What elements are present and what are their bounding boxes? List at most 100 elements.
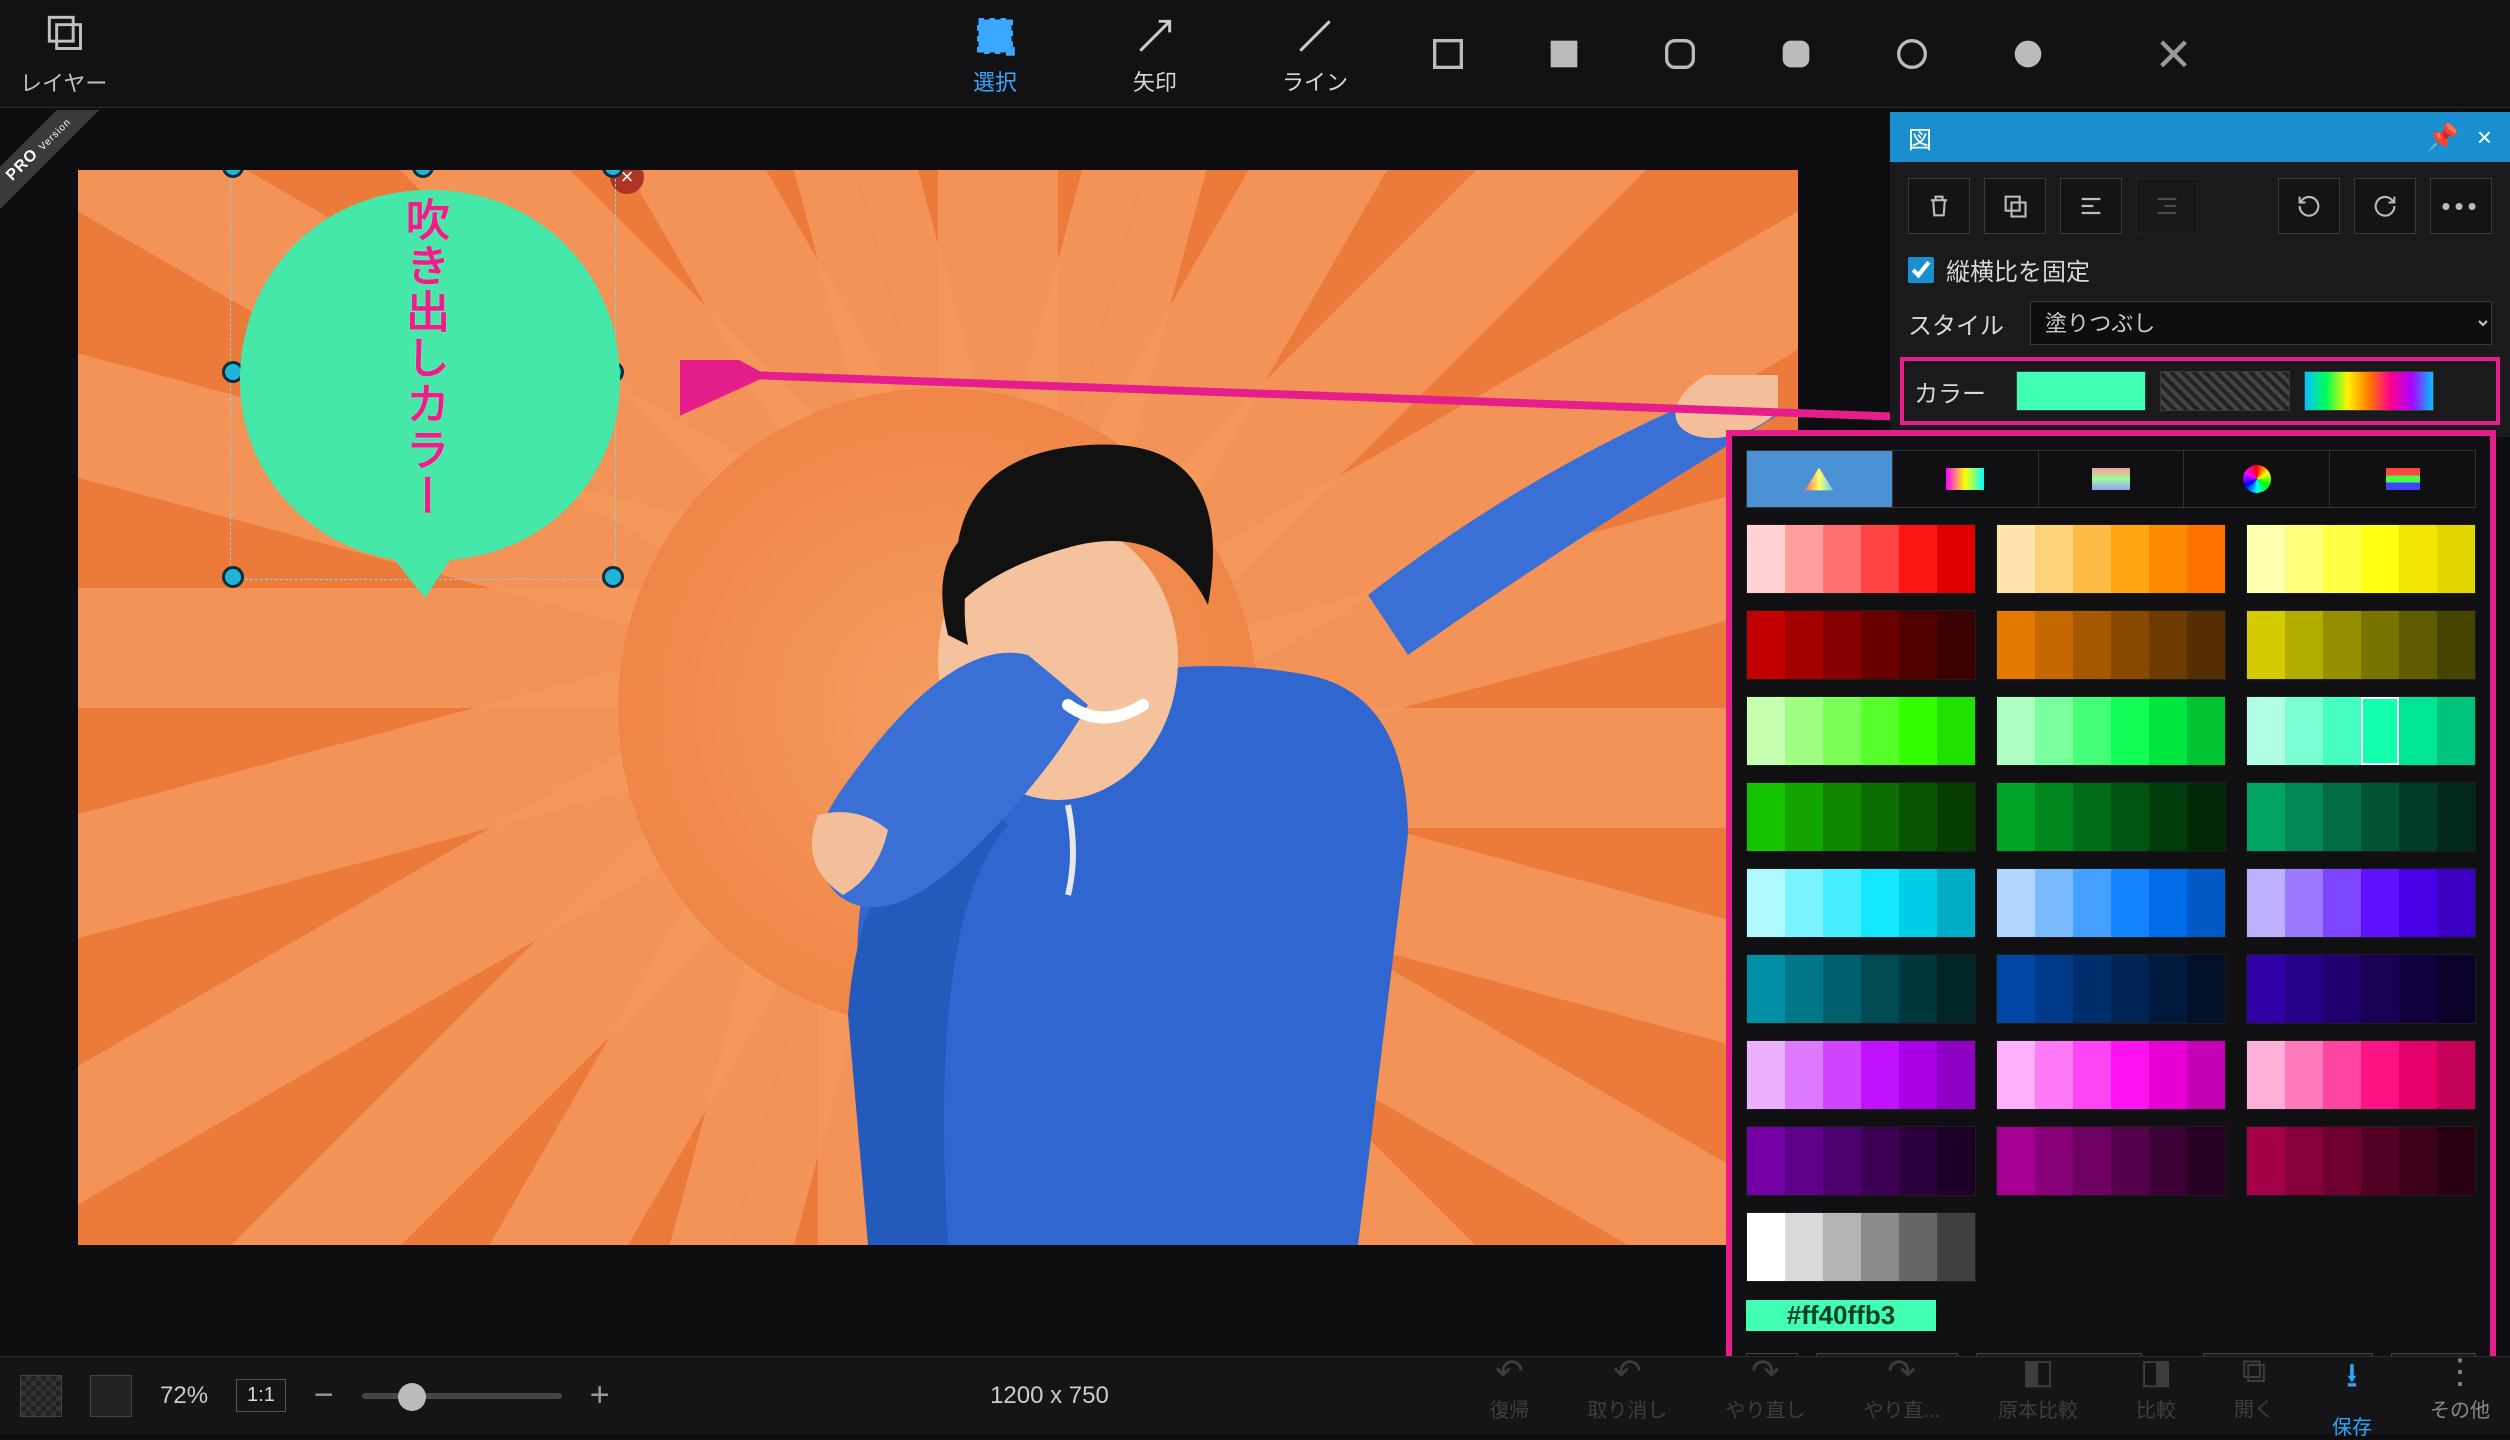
color-swatch[interactable]	[1861, 1213, 1899, 1281]
color-swatch[interactable]	[2187, 869, 2225, 937]
color-swatch[interactable]	[2247, 1041, 2285, 1109]
color-swatch[interactable]	[2073, 525, 2111, 593]
color-swatch[interactable]	[2073, 611, 2111, 679]
color-swatch[interactable]	[1785, 869, 1823, 937]
bottom-redo2[interactable]: ↷やり直...	[1863, 1352, 1940, 1440]
action-align-right[interactable]	[2136, 178, 2198, 234]
color-swatch[interactable]	[2361, 611, 2399, 679]
color-swatch[interactable]	[2111, 869, 2149, 937]
color-swatch[interactable]	[1937, 525, 1975, 593]
color-swatch[interactable]	[2399, 697, 2437, 765]
color-swatch[interactable]	[2361, 783, 2399, 851]
lock-aspect-checkbox[interactable]	[1908, 257, 1934, 283]
color-swatch[interactable]	[1899, 955, 1937, 1023]
color-swatch[interactable]	[2187, 783, 2225, 851]
color-swatch[interactable]	[2399, 869, 2437, 937]
color-swatch[interactable]	[1823, 1127, 1861, 1195]
bottom-more[interactable]: ⋮その他	[2430, 1352, 2490, 1440]
color-swatch[interactable]	[1899, 1213, 1937, 1281]
action-rotate-cw[interactable]	[2354, 178, 2416, 234]
action-duplicate[interactable]	[1984, 178, 2046, 234]
picker-tab-sliders[interactable]	[2330, 451, 2475, 507]
color-swatch[interactable]	[2247, 869, 2285, 937]
bottom-compare[interactable]: ◨比較	[2136, 1352, 2176, 1440]
panel-close-icon[interactable]: ×	[2477, 122, 2492, 153]
color-swatch[interactable]	[2437, 869, 2475, 937]
color-swatch[interactable]	[2149, 525, 2187, 593]
color-swatch[interactable]	[1785, 955, 1823, 1023]
color-swatch[interactable]	[2035, 955, 2073, 1023]
color-swatch[interactable]	[1785, 1213, 1823, 1281]
color-swatch[interactable]	[2111, 1127, 2149, 1195]
color-swatch[interactable]	[2323, 611, 2361, 679]
color-swatch[interactable]	[2035, 697, 2073, 765]
color-swatch[interactable]	[2247, 1127, 2285, 1195]
color-swatch[interactable]	[1861, 525, 1899, 593]
shape-circle-outline[interactable]	[1884, 26, 1940, 82]
action-rotate-ccw[interactable]	[2278, 178, 2340, 234]
color-swatch[interactable]	[1747, 611, 1785, 679]
color-swatch[interactable]	[1937, 1127, 1975, 1195]
color-swatch[interactable]	[2361, 697, 2399, 765]
color-swatch[interactable]	[2111, 525, 2149, 593]
color-swatch[interactable]	[2323, 1041, 2361, 1109]
color-swatch[interactable]	[1899, 1041, 1937, 1109]
color-swatch[interactable]	[1997, 525, 2035, 593]
color-swatch[interactable]	[2111, 697, 2149, 765]
color-swatch[interactable]	[1937, 955, 1975, 1023]
color-swatch[interactable]	[1785, 525, 1823, 593]
action-more[interactable]: •••	[2430, 178, 2492, 234]
color-swatch[interactable]	[2073, 1041, 2111, 1109]
color-swatch[interactable]	[1823, 955, 1861, 1023]
color-swatch[interactable]	[2285, 525, 2323, 593]
picker-tab-swatches[interactable]	[1747, 451, 1893, 507]
color-swatch[interactable]	[2149, 783, 2187, 851]
color-swatch[interactable]	[2247, 697, 2285, 765]
color-swatch[interactable]	[2361, 1041, 2399, 1109]
color-swatch[interactable]	[1785, 783, 1823, 851]
color-swatch[interactable]	[1997, 1041, 2035, 1109]
color-swatch[interactable]	[2035, 611, 2073, 679]
color-swatch[interactable]	[1747, 1041, 1785, 1109]
color-swatch[interactable]	[2285, 1041, 2323, 1109]
color-swatch[interactable]	[2035, 783, 2073, 851]
color-swatch[interactable]	[2285, 697, 2323, 765]
color-swatch[interactable]	[2285, 783, 2323, 851]
color-swatch[interactable]	[1823, 611, 1861, 679]
current-hex-swatch[interactable]: #ff40ffb3	[1746, 1300, 1936, 1331]
action-delete[interactable]	[1908, 178, 1970, 234]
color-swatch[interactable]	[2437, 525, 2475, 593]
color-swatch[interactable]	[2285, 955, 2323, 1023]
color-swatch[interactable]	[1747, 955, 1785, 1023]
action-align-left[interactable]	[2060, 178, 2122, 234]
color-swatch[interactable]	[2247, 783, 2285, 851]
color-swatch[interactable]	[2149, 697, 2187, 765]
color-swatch[interactable]	[2149, 1127, 2187, 1195]
bottom-undo[interactable]: ↶取り消し	[1587, 1352, 1667, 1440]
color-swatch[interactable]	[1997, 955, 2035, 1023]
color-swatch[interactable]	[2399, 525, 2437, 593]
color-swatch[interactable]	[2323, 783, 2361, 851]
close-button[interactable]: ×	[2156, 19, 2191, 88]
color-swatch[interactable]	[1785, 1127, 1823, 1195]
canvas-bg-toggle[interactable]	[90, 1375, 132, 1417]
color-swatch[interactable]	[1997, 697, 2035, 765]
picker-tab-gradient1[interactable]	[1893, 451, 2039, 507]
color-swatch[interactable]	[2437, 955, 2475, 1023]
color-swatch[interactable]	[1997, 1127, 2035, 1195]
color-swatch[interactable]	[1823, 525, 1861, 593]
bottom-open[interactable]: ⧉開く	[2234, 1352, 2274, 1440]
color-swatch[interactable]	[1747, 1127, 1785, 1195]
shape-roundrect-outline[interactable]	[1652, 26, 1708, 82]
color-swatch[interactable]	[1747, 869, 1785, 937]
color-swatch[interactable]	[2149, 869, 2187, 937]
color-swatch[interactable]	[1997, 869, 2035, 937]
color-swatch[interactable]	[1823, 1041, 1861, 1109]
color-swatch[interactable]	[1937, 869, 1975, 937]
color-swatch[interactable]	[1899, 525, 1937, 593]
color-swatch[interactable]	[2111, 611, 2149, 679]
color-swatch[interactable]	[2073, 783, 2111, 851]
color-swatch[interactable]	[2187, 1041, 2225, 1109]
color-swatch[interactable]	[2111, 955, 2149, 1023]
color-swatch[interactable]	[2247, 525, 2285, 593]
